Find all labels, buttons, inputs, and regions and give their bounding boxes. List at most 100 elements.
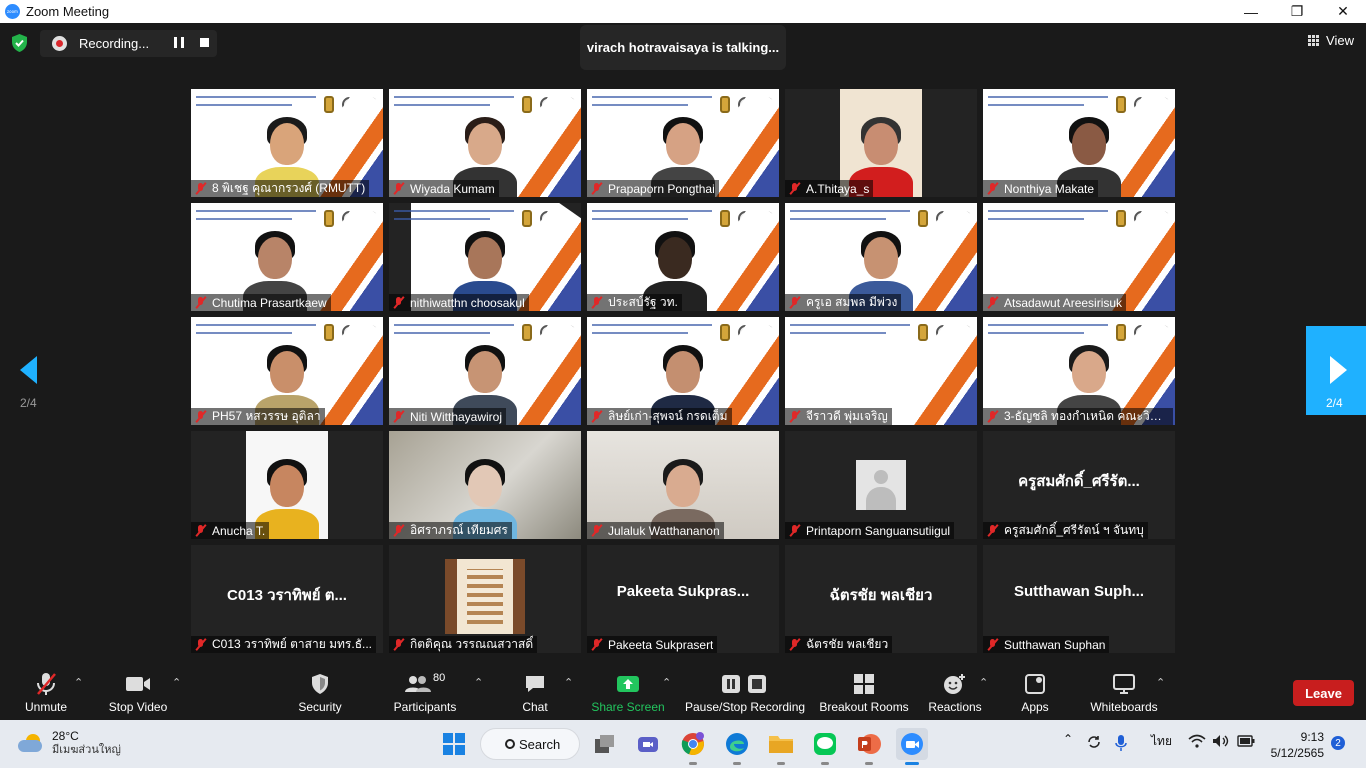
minimize-button[interactable]: — xyxy=(1228,0,1274,23)
chrome-button[interactable] xyxy=(677,728,709,765)
participant-tile[interactable]: Julaluk Watthananon xyxy=(587,431,779,539)
close-button[interactable]: ✕ xyxy=(1320,0,1366,23)
participant-tile[interactable]: Anucha T. xyxy=(191,431,383,539)
file-explorer-button[interactable] xyxy=(765,728,797,765)
participant-tile[interactable]: Wiyada Kumam xyxy=(389,89,581,197)
microphone-muted-icon xyxy=(589,410,604,423)
participant-tile[interactable]: Chutima Prasartkaew xyxy=(191,203,383,311)
recording-label: Recording... xyxy=(79,36,150,51)
active-speaker-banner: virach hotravaisaya is talking... xyxy=(580,25,786,70)
line-app-icon xyxy=(814,733,836,755)
teams-chat-button[interactable] xyxy=(632,728,664,760)
participant-tile[interactable]: ประสบ์รัฐ วท. xyxy=(587,203,779,311)
restore-button[interactable]: ❐ xyxy=(1274,0,1320,23)
participant-tile[interactable]: ครูเอ สมพล มีพ่วง xyxy=(785,203,977,311)
reactions-button[interactable]: Reactions xyxy=(928,664,982,720)
participant-tile[interactable]: A.Thitaya_s xyxy=(785,89,977,197)
chevron-up-icon[interactable]: ⌃ xyxy=(474,676,483,689)
participant-name-bar: 8 พิเชฐ คุณากรวงศ์ (RMUTT) xyxy=(191,180,370,197)
next-page-button[interactable]: 2/4 xyxy=(1306,326,1366,415)
recording-indicator: Recording... xyxy=(40,30,217,57)
microphone-muted-icon xyxy=(589,524,604,537)
view-button[interactable]: View xyxy=(1308,33,1354,48)
share-screen-icon xyxy=(608,670,648,698)
volume-icon[interactable] xyxy=(1212,734,1230,751)
running-indicator xyxy=(777,762,785,765)
notification-badge[interactable]: 2 xyxy=(1331,736,1345,750)
input-language[interactable]: ไทย xyxy=(1151,732,1172,751)
pause-stop-recording-button[interactable]: Pause/Stop Recording xyxy=(685,664,805,720)
participant-tile[interactable]: 3-ธัญชลิ ทองกำเหนิด คณะวิทย... xyxy=(983,317,1175,425)
participant-tile[interactable]: C013 วราทิพย์ ต... C013 วราทิพย์ ตาสาย มท… xyxy=(191,545,383,653)
unmute-button[interactable]: Unmute xyxy=(22,664,70,720)
participant-tile[interactable]: ครูสมศักดิ์_ศรีรัต... ครูสมศักดิ์_ศรีรัตน… xyxy=(983,431,1175,539)
microphone-tray-icon[interactable] xyxy=(1115,734,1127,755)
apps-button[interactable]: Apps xyxy=(1018,664,1052,720)
chevron-up-icon[interactable]: ⌃ xyxy=(564,676,573,689)
participant-name: ฉัตรชัย พลเชียว xyxy=(806,637,889,651)
stop-recording-icon[interactable] xyxy=(200,38,209,47)
participant-display-name: ฉัตรชัย พลเชียว xyxy=(829,587,933,604)
participant-tile[interactable]: nithiwatthn choosakul xyxy=(389,203,581,311)
participant-tile[interactable]: ฉัตรชัย พลเชียว ฉัตรชัย พลเชียว xyxy=(785,545,977,653)
clock-time: 9:13 xyxy=(1300,730,1324,744)
start-button[interactable] xyxy=(438,728,470,760)
participant-tile[interactable]: Niti Witthayawiroj xyxy=(389,317,581,425)
task-view-button[interactable] xyxy=(589,728,621,760)
participant-tile[interactable]: Atsadawut Areesirisuk xyxy=(983,203,1175,311)
participant-name-bar: ครูสมศักดิ์_ศรีรัตน์ ฯ จันทบุ xyxy=(983,522,1148,539)
university-seal-icon xyxy=(918,324,928,341)
line-button[interactable] xyxy=(809,728,841,765)
chevron-up-icon[interactable]: ⌃ xyxy=(979,676,988,689)
pause-recording-icon[interactable] xyxy=(174,37,184,48)
chevron-up-icon[interactable]: ⌃ xyxy=(1156,676,1165,689)
chat-button[interactable]: Chat xyxy=(515,664,555,720)
chevron-up-icon[interactable]: ⌃ xyxy=(662,676,671,689)
participant-name: Wiyada Kumam xyxy=(410,181,495,196)
participant-name-bar: Nonthiya Makate xyxy=(983,180,1099,197)
participant-name-bar: จีราวดี พุ่มเจริญ xyxy=(785,408,892,425)
leave-button[interactable]: Leave xyxy=(1293,680,1354,706)
participant-tile[interactable]: 8 พิเชฐ คุณากรวงศ์ (RMUTT) xyxy=(191,89,383,197)
previous-page-button[interactable]: 2/4 xyxy=(0,326,60,415)
sync-icon[interactable] xyxy=(1086,734,1102,753)
participant-name-bar: ลิษย์เก่า-สุพจน์ กรดเต็ม xyxy=(587,408,732,425)
participants-button[interactable]: 80 Participants xyxy=(393,664,457,720)
security-button[interactable]: Security xyxy=(296,664,344,720)
wifi-icon[interactable] xyxy=(1188,734,1206,751)
participant-tile[interactable]: Pakeeta Sukpras... Pakeeta Sukprasert xyxy=(587,545,779,653)
whiteboards-button[interactable]: Whiteboards xyxy=(1088,664,1160,720)
participant-tile[interactable]: Nonthiya Makate xyxy=(983,89,1175,197)
participant-name: ครูสมศักดิ์_ศรีรัตน์ ฯ จันทบุ xyxy=(1004,523,1144,537)
weather-widget[interactable]: 28°C มีเมฆส่วนใหญ่ xyxy=(18,729,121,757)
battery-icon[interactable] xyxy=(1237,735,1255,750)
encryption-shield-icon[interactable] xyxy=(11,34,28,52)
participant-tile[interactable]: Sutthawan Suph... Sutthawan Suphan xyxy=(983,545,1175,653)
share-screen-button[interactable]: Share Screen xyxy=(591,664,665,720)
participant-tile[interactable]: ลิษย์เก่า-สุพจน์ กรดเต็ม xyxy=(587,317,779,425)
system-clock[interactable]: 9:13 5/12/2565 xyxy=(1270,729,1324,761)
participant-tile[interactable]: กิตติคุณ วรรณณสวาสดิ์ xyxy=(389,545,581,653)
breakout-rooms-button[interactable]: Breakout Rooms xyxy=(819,664,909,720)
zoom-taskbar-button[interactable] xyxy=(896,728,928,765)
powerpoint-button[interactable] xyxy=(853,728,885,765)
running-indicator xyxy=(689,762,697,765)
folder-icon xyxy=(769,736,793,753)
participant-tile[interactable]: Prapaporn Pongthai xyxy=(587,89,779,197)
participant-tile[interactable]: PH57 หสวรรษ อุติลา xyxy=(191,317,383,425)
participant-name-bar: ฉัตรชัย พลเชียว xyxy=(785,636,893,653)
show-hidden-icons-button[interactable]: ⌃ xyxy=(1063,732,1073,746)
chevron-up-icon[interactable]: ⌃ xyxy=(172,676,181,689)
participant-name: อิศราภรณ์ เทียมศร xyxy=(410,523,508,537)
chevron-up-icon[interactable]: ⌃ xyxy=(74,676,83,689)
taskbar-search[interactable]: Search xyxy=(480,728,580,760)
participant-tile[interactable]: Printaporn Sanguansutiigul xyxy=(785,431,977,539)
participant-tile[interactable]: อิศราภรณ์ เทียมศร xyxy=(389,431,581,539)
stop-video-button[interactable]: Stop Video xyxy=(105,664,171,720)
participant-name-bar: ครูเอ สมพล มีพ่วง xyxy=(785,294,902,311)
participant-tile[interactable]: จีราวดี พุ่มเจริญ xyxy=(785,317,977,425)
participant-name: 8 พิเชฐ คุณากรวงศ์ (RMUTT) xyxy=(212,181,366,195)
edge-button[interactable] xyxy=(721,728,753,765)
microphone-muted-icon xyxy=(589,296,604,309)
microphone-muted-icon xyxy=(787,638,802,651)
